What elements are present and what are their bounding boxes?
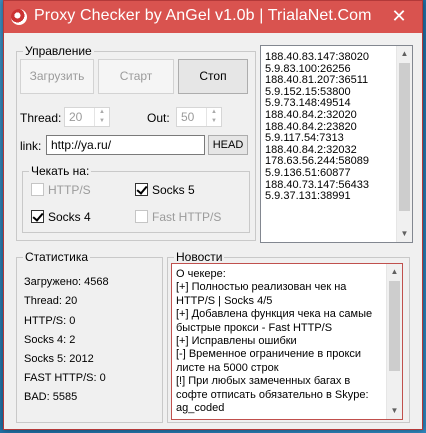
link-label: link: [20, 139, 42, 153]
list-item[interactable]: 188.40.84.2:32020 [261, 109, 412, 122]
stat-https: HTTP/S: 0 [24, 315, 76, 327]
news-line: [+] Исправлены ошибки [176, 335, 297, 348]
list-item[interactable]: 5.9.37.131:38991 [261, 191, 412, 203]
scroll-down-icon[interactable]: ▼ [387, 403, 402, 419]
checkbox-fast-https-box[interactable] [135, 210, 148, 223]
news-line: [+] Добавлена функция чека на самые быст… [176, 308, 373, 334]
checkbox-socks5[interactable]: Socks 5 [135, 183, 195, 197]
news-line: [!] При любых замеченных багах в софте о… [176, 375, 369, 415]
stat-socks5: Socks 5: 2012 [24, 353, 94, 365]
control-group-title: Управление [23, 44, 94, 58]
list-item[interactable]: 5.9.136.51:60877 [261, 167, 412, 180]
thread-value: 20 [69, 110, 83, 124]
head-button[interactable]: HEAD [208, 135, 248, 155]
scroll-thumb[interactable] [399, 63, 410, 211]
checkbox-socks4[interactable]: Socks 4 [31, 210, 91, 224]
title-bar[interactable]: Proxy Checker by AnGel v1.0b | TrialaNet… [4, 1, 422, 33]
list-item[interactable]: 5.9.117.54:7313 [261, 133, 412, 145]
proxy-list-scrollbar[interactable]: ▲ ▼ [396, 46, 412, 242]
scroll-up-icon[interactable]: ▲ [387, 264, 402, 280]
scroll-up-icon[interactable]: ▲ [397, 46, 412, 62]
stop-button[interactable]: Стоп [178, 59, 248, 94]
checkbox-fast-https[interactable]: Fast HTTP/S [135, 210, 221, 224]
stat-bad: BAD: 5585 [24, 391, 78, 403]
stat-socks4: Socks 4: 2 [24, 334, 76, 346]
stat-loaded: Загружено: 4568 [24, 276, 109, 288]
checkbox-fast-https-label: Fast HTTP/S [152, 210, 222, 224]
thread-spinner-arrows-icon[interactable]: ▲ ▼ [94, 108, 109, 126]
out-spinner-arrows-icon[interactable]: ▲ ▼ [206, 108, 221, 126]
check-group-title: Чекать на: [29, 164, 92, 178]
out-label: Out: [147, 111, 170, 125]
news-line: [+] Полностью реализован чек на HTTP/S |… [176, 281, 347, 307]
news-line: О чекере: [176, 268, 226, 280]
stat-fast-https: FAST HTTP/S: 0 [24, 372, 106, 384]
start-button[interactable]: Старт [98, 59, 174, 94]
load-button[interactable]: Загрузить [20, 59, 94, 94]
checkbox-https-box[interactable] [31, 183, 44, 196]
checkbox-socks4-label: Socks 4 [48, 210, 91, 224]
news-line: [-] Временное ограничение в прокси листе… [176, 348, 362, 374]
thread-label: Thread: [20, 111, 62, 125]
stat-thread: Thread: 20 [24, 295, 78, 307]
checkbox-https[interactable]: HTTP/S [31, 183, 91, 197]
proxy-checker-window: Proxy Checker by AnGel v1.0b | TrialaNet… [3, 0, 423, 430]
window-title: Proxy Checker by AnGel v1.0b | TrialaNet… [34, 7, 372, 24]
proxy-list[interactable]: 188.40.83.147:38020 5.9.83.100:26256 188… [260, 45, 413, 243]
scroll-thumb[interactable] [389, 281, 400, 371]
checkbox-socks4-box[interactable] [31, 210, 44, 223]
checkbox-socks5-box[interactable] [135, 183, 148, 196]
news-group-title: Новости [174, 250, 225, 264]
list-item[interactable]: 188.40.83.147:38020 [261, 51, 412, 64]
checkbox-socks5-label: Socks 5 [152, 183, 195, 197]
out-spinner[interactable]: 50 ▲ ▼ [176, 107, 222, 127]
news-textarea[interactable]: О чекере: [+] Полностью реализован чек н… [171, 263, 403, 420]
news-scrollbar[interactable]: ▲ ▼ [386, 264, 402, 419]
close-button[interactable]: ✕ [376, 1, 422, 31]
checkbox-https-label: HTTP/S [48, 183, 91, 197]
link-input[interactable]: http://ya.ru/ [46, 135, 205, 155]
thread-spinner[interactable]: 20 ▲ ▼ [64, 107, 110, 127]
scroll-down-icon[interactable]: ▼ [397, 226, 412, 242]
out-value: 50 [181, 110, 195, 124]
stats-group-title: Статистика [23, 250, 91, 264]
app-icon [11, 9, 27, 25]
